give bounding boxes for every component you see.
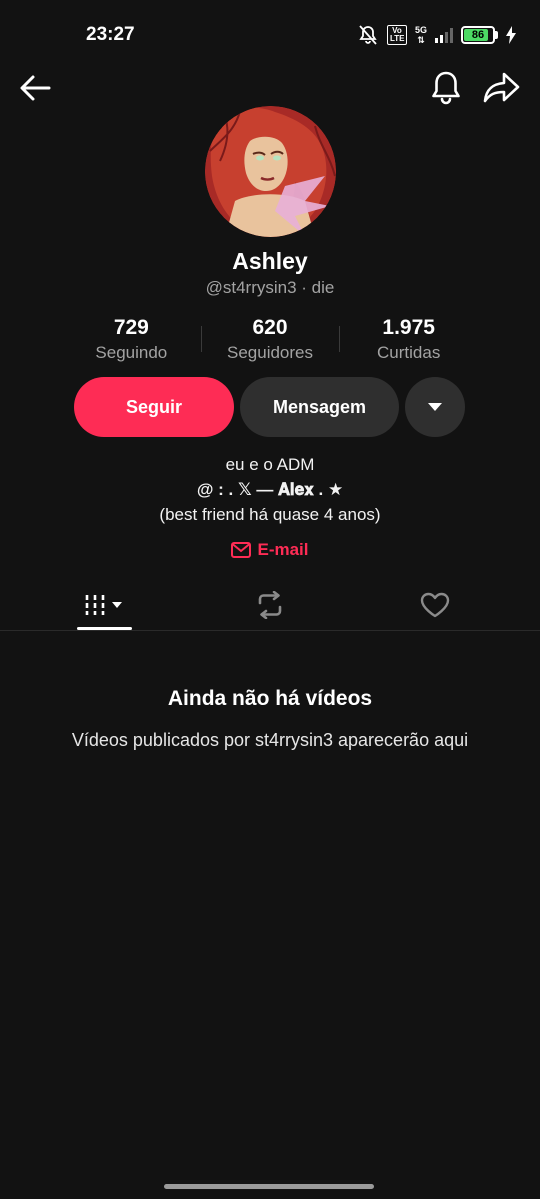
stat-label: Seguindo bbox=[95, 343, 168, 362]
stat-following[interactable]: 729 Seguindo bbox=[62, 314, 201, 366]
videos-grid-icon bbox=[85, 595, 122, 615]
tab-liked[interactable] bbox=[375, 580, 495, 630]
volte-bottom-label: LTE bbox=[389, 34, 405, 43]
back-arrow-icon[interactable] bbox=[18, 70, 54, 106]
empty-state-title: Ainda não há vídeos bbox=[167, 687, 373, 710]
tab-reposts[interactable] bbox=[210, 580, 330, 630]
status-time: 23:27 bbox=[86, 24, 135, 45]
battery-level: 86 bbox=[471, 29, 485, 41]
mute-icon bbox=[359, 25, 377, 45]
caret-down-icon bbox=[428, 403, 442, 411]
profile-stats: 729 Seguindo 620 Seguidores 1.975 Curtid… bbox=[62, 314, 478, 366]
stat-value: 729 bbox=[113, 316, 149, 339]
status-bar: 23:27 Vo LTE 5G ⇅ 86 bbox=[0, 0, 540, 70]
status-icons: Vo LTE 5G ⇅ 86 bbox=[357, 24, 516, 46]
charging-icon bbox=[506, 26, 516, 44]
bell-icon[interactable] bbox=[428, 68, 464, 106]
follow-button[interactable]: Seguir bbox=[74, 377, 234, 437]
stat-followers[interactable]: 620 Seguidores bbox=[200, 314, 340, 366]
message-button[interactable]: Mensagem bbox=[240, 377, 399, 437]
tab-videos[interactable] bbox=[45, 580, 165, 630]
suggested-accounts-button[interactable] bbox=[405, 377, 465, 437]
bio-line: eu e o ADM bbox=[225, 455, 315, 474]
network-type-label: 5G bbox=[414, 25, 427, 35]
username-handle: @st4rrysin3 · die bbox=[205, 278, 335, 297]
liked-heart-icon bbox=[420, 592, 450, 618]
stat-label: Seguidores bbox=[227, 343, 314, 362]
bio-line: @ : . 𝕏 — 𝐀𝐥𝐞𝐱 . ★ bbox=[196, 480, 344, 499]
display-name: Ashley bbox=[232, 248, 308, 274]
bio-line: (best friend há quase 4 anos) bbox=[159, 505, 381, 524]
content-tabs bbox=[0, 580, 540, 631]
envelope-icon bbox=[231, 542, 252, 558]
stat-value: 620 bbox=[252, 316, 288, 339]
signal-icon bbox=[435, 27, 453, 43]
avatar[interactable] bbox=[205, 106, 336, 237]
battery-icon: 86 bbox=[461, 26, 498, 44]
active-tab-indicator bbox=[77, 627, 132, 630]
share-icon[interactable] bbox=[482, 68, 522, 106]
email-label: E-mail bbox=[257, 540, 309, 559]
5g-icon: 5G ⇅ bbox=[415, 25, 427, 45]
network-activity-label: ⇅ bbox=[417, 35, 425, 45]
home-indicator[interactable] bbox=[164, 1184, 374, 1189]
stat-value: 1.975 bbox=[382, 316, 435, 339]
stat-label: Curtidas bbox=[377, 343, 441, 362]
profile-bio: eu e o ADM @ : . 𝕏 — 𝐀𝐥𝐞𝐱 . ★ (best frie… bbox=[0, 452, 540, 527]
stat-likes[interactable]: 1.975 Curtidas bbox=[339, 314, 478, 366]
email-link[interactable]: E-mail bbox=[0, 540, 540, 560]
volte-icon: Vo LTE bbox=[386, 25, 407, 45]
repost-icon bbox=[258, 591, 282, 619]
empty-state-subtitle: Vídeos publicados por st4rrysin3 aparece… bbox=[71, 730, 469, 750]
